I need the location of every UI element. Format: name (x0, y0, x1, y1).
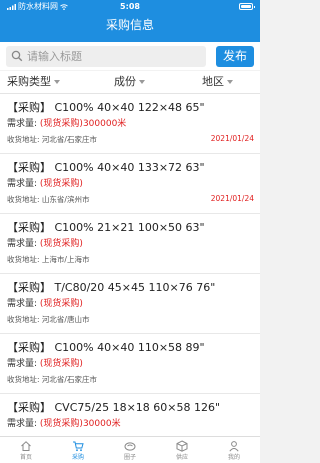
item-address: 收货地址: 河北省/唐山市 (7, 314, 89, 325)
quantity-label: 需求量: (7, 359, 38, 369)
item-title: 【采购】 C100% 21×21 100×50 63" (7, 221, 205, 234)
circle-icon (124, 442, 136, 451)
search-input[interactable] (27, 46, 197, 67)
tab-bar: 首页 采购 圈子 供应 我的 (0, 436, 260, 463)
home-icon (21, 441, 31, 451)
tab-label: 我的 (227, 454, 240, 461)
item-quantity: 需求量: (现货采购) (7, 356, 83, 369)
list-item[interactable]: 【采购】 C100% 40×40 133×72 63" 需求量: (现货采购) … (0, 154, 260, 214)
quantity-value: (现货采购)30000米 (39, 419, 121, 429)
list-item[interactable]: 【采购】 T/C80/20 45×45 110×76 76" 需求量: (现货采… (0, 274, 260, 334)
list-item[interactable]: 【采购】 C100% 21×21 100×50 63" 需求量: (现货采购) … (0, 214, 260, 274)
address-value: 河北省/石家庄市 (41, 375, 97, 384)
filter-bar: 采购类型 成份 地区 (0, 71, 260, 94)
quantity-label: 需求量: (7, 299, 38, 309)
tab-label: 采购 (71, 454, 84, 461)
item-quantity: 需求量: (现货采购)30000米 (7, 416, 121, 429)
cart-icon (73, 441, 84, 452)
item-address: 收货地址: 上海市/上海市 (7, 254, 89, 265)
battery-icon (239, 3, 255, 10)
list-item[interactable]: 【采购】 C100% 40×40 122×48 65" 需求量: (现货采购)3… (0, 94, 260, 154)
item-title: 【采购】 C100% 40×40 122×48 65" (7, 101, 205, 114)
address-value: 上海市/上海市 (41, 255, 90, 264)
filter-composition[interactable]: 成份 (114, 71, 145, 93)
publish-button[interactable]: 发布 (216, 46, 254, 67)
purchase-list: 【采购】 C100% 40×40 122×48 65" 需求量: (现货采购)3… (0, 94, 260, 436)
box-icon (176, 440, 188, 452)
quantity-value: (现货采购) (39, 239, 83, 249)
filter-label: 地区 (202, 75, 224, 88)
quantity-value: (现货采购) (39, 299, 83, 309)
quantity-value: (现货采购)300000米 (39, 119, 127, 129)
address-label: 收货地址: (7, 255, 40, 264)
tab-supply[interactable]: 供应 (156, 437, 208, 463)
item-quantity: 需求量: (现货采购)300000米 (7, 116, 126, 129)
search-box[interactable] (6, 46, 206, 67)
quantity-value: (现货采购) (39, 359, 83, 369)
tab-label: 圈子 (123, 454, 136, 461)
address-value: 河北省/唐山市 (41, 315, 90, 324)
status-time: 5:08 (120, 2, 140, 11)
page-title: 采购信息 (105, 18, 154, 32)
filter-region[interactable]: 地区 (202, 71, 233, 93)
item-date: 2021/01/24 (210, 194, 254, 203)
address-value: 山东省/滨州市 (41, 195, 90, 204)
item-title: 【采购】 CVC75/25 18×18 60×58 126" (7, 401, 221, 414)
quantity-label: 需求量: (7, 119, 38, 129)
item-title: 【采购】 C100% 40×40 110×58 89" (7, 341, 205, 354)
quantity-label: 需求量: (7, 419, 38, 429)
tab-purchase[interactable]: 采购 (52, 437, 104, 463)
filter-label: 成份 (114, 75, 136, 88)
item-address: 收货地址: 山东省/滨州市 (7, 194, 89, 205)
quantity-label: 需求量: (7, 179, 38, 189)
list-item[interactable]: 【采购】 CVC75/25 18×18 60×58 126" 需求量: (现货采… (0, 394, 260, 436)
item-address: 收货地址: 河北省/石家庄市 (7, 134, 97, 145)
address-label: 收货地址: (7, 135, 40, 144)
status-bar: 防水材料网 5:08 (0, 0, 260, 13)
chevron-down-icon (227, 80, 233, 84)
address-value: 河北省/石家庄市 (41, 135, 97, 144)
tab-home[interactable]: 首页 (0, 437, 52, 463)
search-icon (11, 50, 23, 62)
item-title: 【采购】 T/C80/20 45×45 110×76 76" (7, 281, 216, 294)
address-label: 收货地址: (7, 315, 40, 324)
chevron-down-icon (54, 80, 60, 84)
address-label: 收货地址: (7, 375, 40, 384)
chevron-down-icon (139, 80, 145, 84)
app-header: 防水材料网 5:08 采购信息 (0, 0, 260, 42)
tab-circle[interactable]: 圈子 (104, 437, 156, 463)
quantity-label: 需求量: (7, 239, 38, 249)
address-label: 收货地址: (7, 195, 40, 204)
item-quantity: 需求量: (现货采购) (7, 296, 83, 309)
filter-label: 采购类型 (7, 75, 51, 88)
tab-label: 首页 (19, 454, 32, 461)
tab-mine[interactable]: 我的 (208, 437, 260, 463)
item-quantity: 需求量: (现货采购) (7, 236, 83, 249)
item-title: 【采购】 C100% 40×40 133×72 63" (7, 161, 205, 174)
quantity-value: (现货采购) (39, 179, 83, 189)
item-address: 收货地址: 河北省/石家庄市 (7, 374, 97, 385)
list-item[interactable]: 【采购】 C100% 40×40 110×58 89" 需求量: (现货采购) … (0, 334, 260, 394)
search-bar: 发布 (0, 42, 260, 70)
item-date: 2021/01/24 (210, 134, 254, 143)
tab-label: 供应 (175, 454, 188, 461)
item-quantity: 需求量: (现货采购) (7, 176, 83, 189)
filter-purchase-type[interactable]: 采购类型 (7, 71, 60, 93)
user-icon (229, 441, 239, 452)
